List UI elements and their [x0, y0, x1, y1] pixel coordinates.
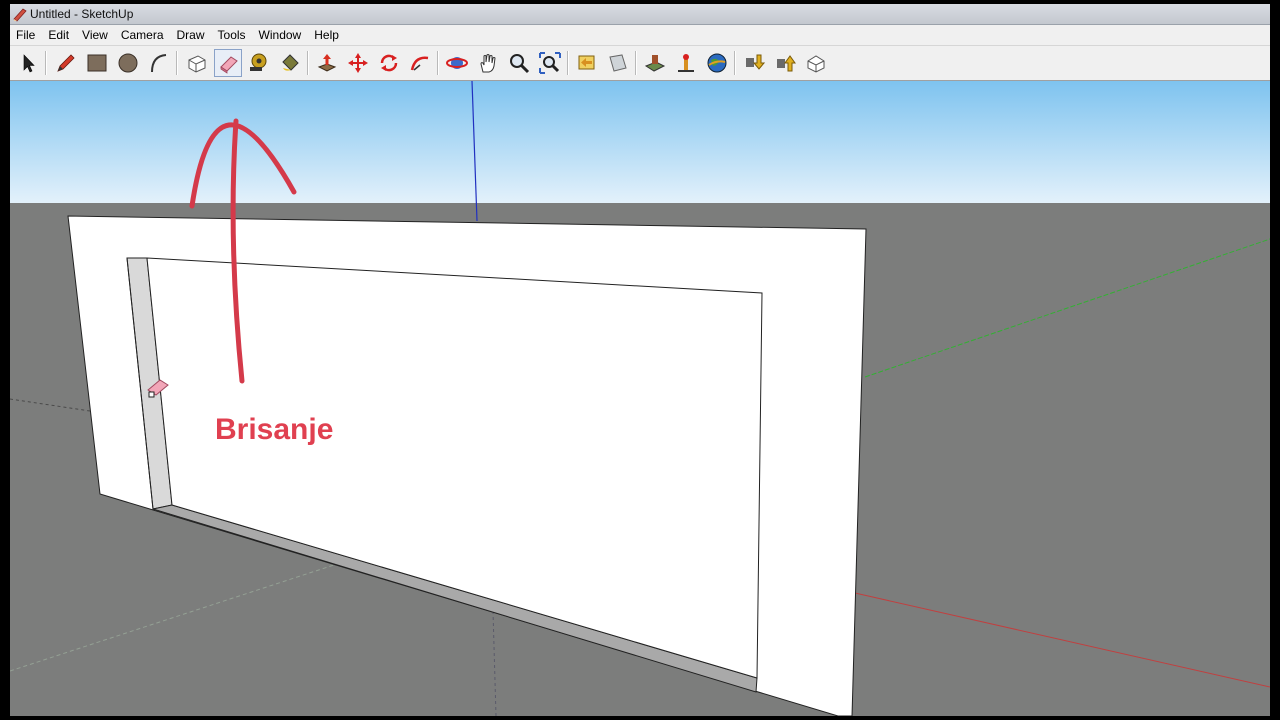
- get-models-icon: [746, 54, 765, 70]
- zoom-extents-tool-button[interactable]: [536, 49, 564, 77]
- rotate-icon: [380, 54, 398, 72]
- eraser-icon: [220, 56, 238, 74]
- paint-bucket-icon: [282, 54, 299, 71]
- pencil-icon: [57, 54, 75, 72]
- sketchup-window: Untitled - SketchUp File Edit View Camera Dr…: [10, 4, 1270, 716]
- preview-google-earth-tool-button[interactable]: [703, 49, 731, 77]
- move-tool-button[interactable]: [344, 49, 372, 77]
- pan-tool-button[interactable]: [474, 49, 502, 77]
- follow-me-icon: [410, 56, 429, 71]
- arc-tool-button[interactable]: [145, 49, 173, 77]
- toggle-terrain-tool-button[interactable]: [672, 49, 700, 77]
- paint-bucket-tool-button[interactable]: [276, 49, 304, 77]
- rectangle-tool-button[interactable]: [83, 49, 111, 77]
- sketchup-app-icon: [13, 8, 27, 22]
- terrain-icon: [678, 54, 694, 72]
- follow-me-tool-button[interactable]: [406, 49, 434, 77]
- sky: [10, 81, 1270, 203]
- get-models-tool-button[interactable]: [740, 49, 768, 77]
- menu-draw[interactable]: Draw: [171, 25, 211, 45]
- push-pull-icon: [317, 54, 337, 72]
- push-pull-tool-button[interactable]: [313, 49, 341, 77]
- main-toolbar: [10, 46, 1270, 81]
- share-component-tool-button[interactable]: [802, 49, 830, 77]
- add-location-tool-button[interactable]: [641, 49, 669, 77]
- menu-help[interactable]: Help: [308, 25, 345, 45]
- rotate-tool-button[interactable]: [375, 49, 403, 77]
- eraser-tool-button[interactable]: [214, 49, 242, 77]
- menu-edit[interactable]: Edit: [42, 25, 75, 45]
- zoom-extents-icon: [539, 52, 561, 74]
- move-icon: [348, 53, 368, 73]
- menu-bar: File Edit View Camera Draw Tools Window Help: [10, 25, 1270, 46]
- select-tool-button[interactable]: [14, 49, 42, 77]
- next-view-tool-button[interactable]: [604, 49, 632, 77]
- next-view-icon: [609, 54, 627, 72]
- tape-measure-icon: [250, 53, 267, 71]
- globe-icon: [707, 53, 727, 73]
- zoom-tool-button[interactable]: [505, 49, 533, 77]
- circle-icon: [118, 53, 138, 73]
- share-component-icon: [807, 55, 825, 73]
- hand-icon: [480, 54, 496, 73]
- menu-file[interactable]: File: [10, 25, 41, 45]
- window-title: Untitled - SketchUp: [30, 7, 134, 21]
- title-bar: Untitled - SketchUp: [10, 4, 1270, 25]
- magnifier-icon: [510, 54, 530, 74]
- previous-view-tool-button[interactable]: [573, 49, 601, 77]
- annotation-caption: Brisanje: [215, 413, 334, 446]
- arrow-cursor-icon: [23, 54, 35, 73]
- arc-icon: [151, 54, 167, 73]
- menu-view[interactable]: View: [76, 25, 114, 45]
- rectangle-icon: [87, 54, 107, 72]
- make-component-tool-button[interactable]: [183, 49, 211, 77]
- share-model-icon: [777, 55, 796, 72]
- tape-measure-tool-button[interactable]: [245, 49, 273, 77]
- pencil-tool-button[interactable]: [52, 49, 80, 77]
- menu-tools[interactable]: Tools: [212, 25, 252, 45]
- share-model-tool-button[interactable]: [771, 49, 799, 77]
- circle-tool-button[interactable]: [114, 49, 142, 77]
- component-icon: [188, 55, 206, 73]
- 3d-viewport[interactable]: Brisanje: [10, 81, 1270, 716]
- orbit-icon: [446, 57, 468, 69]
- menu-camera[interactable]: Camera: [115, 25, 170, 45]
- orbit-tool-button[interactable]: [443, 49, 471, 77]
- previous-view-icon: [578, 55, 595, 70]
- add-location-icon: [644, 55, 666, 72]
- menu-window[interactable]: Window: [253, 25, 308, 45]
